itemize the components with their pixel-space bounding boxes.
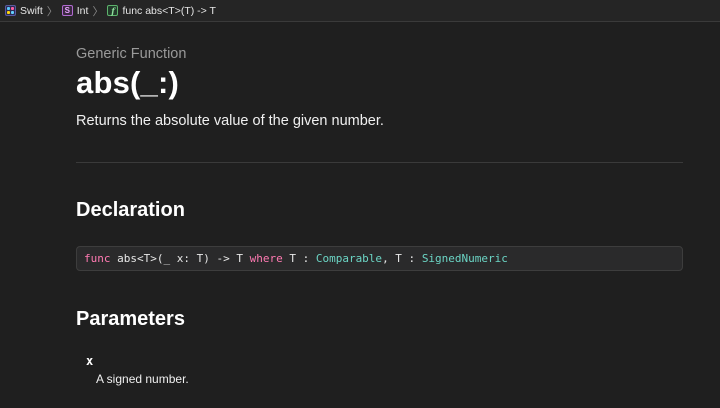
jump-bar: Swift 〉 S Int 〉 f func abs<T>(T) -> T (0, 0, 720, 22)
divider (76, 162, 683, 163)
code-type-link[interactable]: Comparable (316, 252, 382, 265)
breadcrumb-label: Int (76, 4, 89, 17)
parameters-heading: Parameters (76, 308, 185, 330)
symbol-kind-label: Generic Function (76, 46, 187, 62)
breadcrumb-item-swift[interactable]: Swift (5, 5, 43, 17)
code-constraint: , T : (382, 252, 422, 265)
parameter-description: A signed number. (96, 372, 189, 386)
function-icon: f (107, 5, 119, 16)
breadcrumb-item-function[interactable]: f func abs<T>(T) -> T (107, 4, 216, 17)
code-keyword-func: func (84, 252, 111, 265)
code-type-link[interactable]: SignedNumeric (422, 252, 508, 265)
code-signature: abs<T>(_ x: T) -> T (110, 252, 250, 265)
breadcrumb-label: func abs<T>(T) -> T (122, 4, 216, 17)
code-keyword-where: where (249, 252, 283, 265)
chevron-right-icon: 〉 (46, 5, 58, 18)
breadcrumb-label: Swift (20, 4, 43, 17)
swift-module-icon (5, 5, 16, 16)
declaration-code-block[interactable]: func abs<T>(_ x: T) -> T where T : Compa… (76, 246, 683, 271)
chevron-right-icon: 〉 (92, 5, 104, 18)
abstract-text: Returns the absolute value of the given … (76, 113, 384, 129)
code-constraint: T : (282, 252, 316, 265)
declaration-heading: Declaration (76, 199, 185, 221)
breadcrumb-item-int[interactable]: S Int (61, 4, 89, 17)
page-title: abs(_:) (76, 65, 180, 100)
struct-icon: S (61, 5, 73, 16)
parameter-name: x (86, 354, 94, 368)
